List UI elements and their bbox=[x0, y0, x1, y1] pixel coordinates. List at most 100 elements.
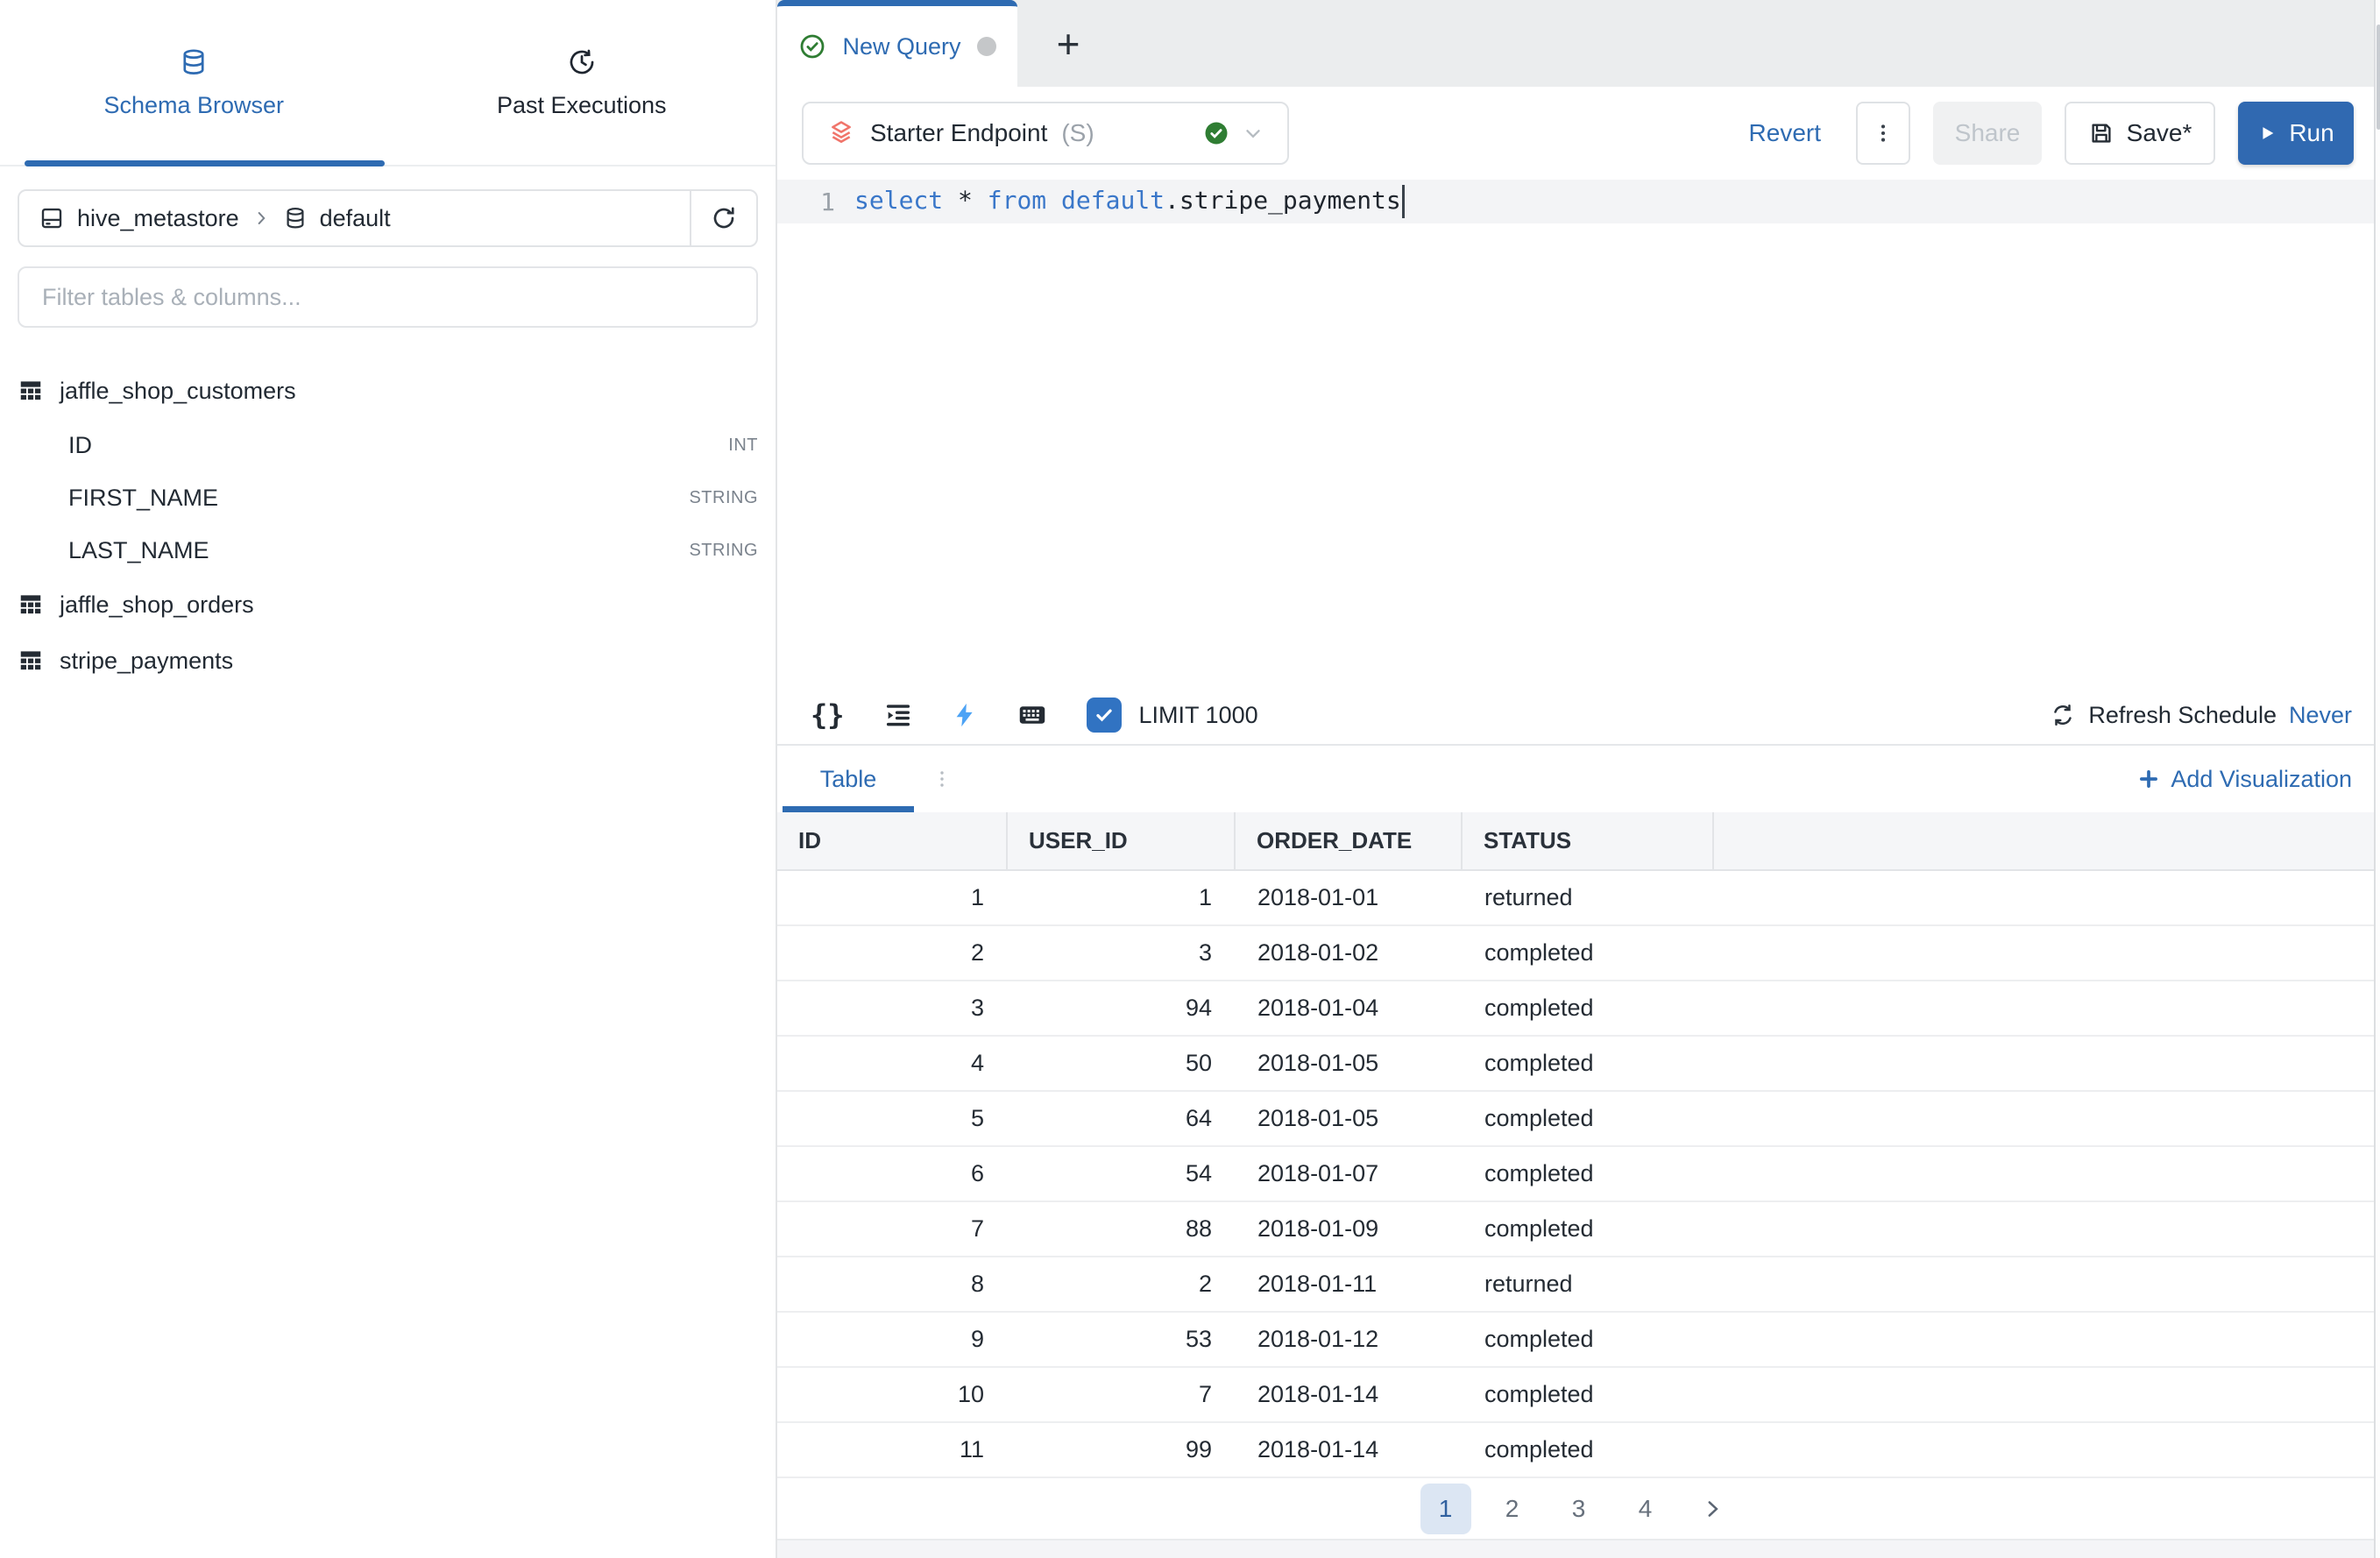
autocomplete-lightning-icon[interactable] bbox=[952, 702, 978, 728]
tree-table-jaffle_shop_orders[interactable]: jaffle_shop_orders bbox=[18, 577, 758, 633]
refresh-schedule: Refresh Schedule Never bbox=[2050, 702, 2352, 729]
tab-table-visualization[interactable]: Table bbox=[777, 746, 919, 812]
page-scrollbar[interactable] bbox=[2374, 0, 2380, 1558]
table-cell: 2018-01-04 bbox=[1235, 981, 1462, 1036]
run-button-label: Run bbox=[2289, 119, 2334, 147]
page-scrollbar-thumb[interactable] bbox=[2376, 25, 2380, 130]
column-name: ID bbox=[68, 432, 92, 459]
tree-table-stripe_payments[interactable]: stripe_payments bbox=[18, 633, 758, 689]
table-cell: 8 bbox=[777, 1257, 1007, 1312]
page-button-3[interactable]: 3 bbox=[1554, 1484, 1604, 1534]
sidebar-tabs: Schema Browser Past Executions bbox=[0, 0, 776, 166]
revert-link[interactable]: Revert bbox=[1749, 119, 1821, 147]
column-type: INT bbox=[728, 436, 758, 456]
snippets-braces-icon[interactable]: {} bbox=[811, 698, 845, 732]
table-name: stripe_payments bbox=[60, 648, 233, 675]
results-table: IDUSER_IDORDER_DATESTATUS 112018-01-01re… bbox=[777, 812, 2380, 1478]
column-header-ORDER_DATE: ORDER_DATE bbox=[1235, 812, 1462, 870]
table-name: jaffle_shop_orders bbox=[60, 591, 254, 619]
save-button[interactable]: Save* bbox=[2065, 102, 2215, 165]
limit-label: LIMIT 1000 bbox=[1139, 702, 1258, 729]
table-icon bbox=[18, 378, 44, 404]
table-cell: 2 bbox=[1007, 1257, 1235, 1312]
table-cell: 2018-01-07 bbox=[1235, 1146, 1462, 1201]
table-cell: completed bbox=[1462, 1367, 1713, 1422]
table-row: 112018-01-01returned bbox=[777, 870, 2380, 925]
sql-editor[interactable]: 1 select * from default.stripe_payments bbox=[777, 180, 2380, 686]
tab-new-query[interactable]: New Query bbox=[777, 0, 1017, 87]
tree-column-FIRST_NAME[interactable]: FIRST_NAMESTRING bbox=[18, 471, 758, 524]
schema-filter-input[interactable] bbox=[18, 266, 758, 328]
table-cell: completed bbox=[1462, 1201, 1713, 1257]
table-row: 3942018-01-04completed bbox=[777, 981, 2380, 1036]
refresh-icon bbox=[710, 204, 738, 232]
tree-column-LAST_NAME[interactable]: LAST_NAME STRING bbox=[18, 524, 758, 577]
play-icon bbox=[2257, 124, 2277, 143]
table-cell: 9 bbox=[777, 1312, 1007, 1367]
refresh-schedule-value[interactable]: Never bbox=[2289, 702, 2352, 729]
page-button-2[interactable]: 2 bbox=[1487, 1484, 1538, 1534]
history-icon bbox=[567, 46, 597, 78]
page-button-4[interactable]: 4 bbox=[1620, 1484, 1671, 1534]
kebab-icon bbox=[1872, 122, 1895, 145]
column-type: STRING bbox=[689, 541, 758, 561]
next-page-button[interactable] bbox=[1687, 1484, 1738, 1534]
keyboard-shortcuts-icon[interactable] bbox=[1016, 699, 1048, 731]
table-cell: 2018-01-11 bbox=[1235, 1257, 1462, 1312]
query-tab-bar: New Query + bbox=[777, 0, 2380, 87]
active-tab-underline bbox=[25, 160, 385, 166]
line-number: 1 bbox=[777, 188, 835, 216]
table-cell: 7 bbox=[1007, 1367, 1235, 1422]
breadcrumb: hive_metastore default bbox=[18, 189, 758, 247]
chevron-right-icon bbox=[251, 209, 271, 228]
visualization-header: Table Add Visualization bbox=[777, 744, 2380, 812]
query-tab-label: New Query bbox=[842, 33, 960, 60]
column-name: FIRST_NAME bbox=[68, 485, 218, 512]
tab-schema-browser[interactable]: Schema Browser bbox=[0, 0, 388, 165]
column-name: LAST_NAME bbox=[68, 537, 209, 564]
refresh-schedule-icon bbox=[2050, 702, 2076, 728]
more-actions-button[interactable] bbox=[1856, 102, 1910, 165]
breadcrumb-selector[interactable]: hive_metastore default bbox=[19, 205, 690, 232]
endpoint-selector[interactable]: Starter Endpoint (S) bbox=[802, 102, 1289, 165]
page-button-1[interactable]: 1 bbox=[1420, 1484, 1471, 1534]
code-content: select * from default.stripe_payments bbox=[835, 185, 1405, 218]
chevron-right-icon bbox=[1701, 1498, 1724, 1520]
table-cell: 1 bbox=[1007, 870, 1235, 925]
add-visualization-button[interactable]: Add Visualization bbox=[2137, 766, 2352, 793]
schema-icon bbox=[283, 206, 308, 230]
tab-past-executions[interactable]: Past Executions bbox=[388, 0, 776, 165]
code-line: 1 select * from default.stripe_payments bbox=[777, 180, 2380, 223]
schema-refresh-button[interactable] bbox=[690, 191, 756, 245]
share-button: Share bbox=[1933, 102, 2042, 165]
add-visualization-label: Add Visualization bbox=[2171, 766, 2352, 793]
limit-checkbox[interactable] bbox=[1087, 698, 1122, 733]
table-cell: completed bbox=[1462, 1091, 1713, 1146]
run-button[interactable]: Run bbox=[2238, 102, 2354, 165]
table-cell: 54 bbox=[1007, 1146, 1235, 1201]
table-cell: returned bbox=[1462, 870, 1713, 925]
endpoint-name: Starter Endpoint bbox=[870, 119, 1047, 147]
chevron-down-icon bbox=[1242, 122, 1264, 145]
results-scroll-track[interactable] bbox=[777, 1539, 2380, 1558]
refresh-schedule-label: Refresh Schedule bbox=[2088, 702, 2277, 729]
new-tab-button[interactable]: + bbox=[1017, 0, 1119, 87]
breadcrumb-schema: default bbox=[320, 205, 391, 232]
app-window: Schema Browser Past Executions bbox=[0, 0, 2380, 1558]
unsaved-dot bbox=[977, 37, 996, 56]
schema-tree: jaffle_shop_customersIDINTFIRST_NAMESTRI… bbox=[18, 363, 758, 689]
table-cell: 2018-01-05 bbox=[1235, 1091, 1462, 1146]
tree-column-ID[interactable]: ID INT bbox=[18, 419, 758, 471]
table-cell: 2018-01-09 bbox=[1235, 1201, 1462, 1257]
table-cell: returned bbox=[1462, 1257, 1713, 1312]
table-tab-label: Table bbox=[820, 766, 877, 793]
table-kebab-icon[interactable] bbox=[931, 768, 953, 790]
limit-toggle[interactable]: LIMIT 1000 bbox=[1087, 698, 1258, 733]
table-cell: 11 bbox=[777, 1422, 1007, 1477]
sidebar-tab-label: Schema Browser bbox=[103, 92, 284, 119]
schema-browser-panel: hive_metastore default bbox=[0, 166, 776, 1558]
table-cell: 99 bbox=[1007, 1422, 1235, 1477]
format-query-icon[interactable] bbox=[883, 700, 913, 730]
check-circle-icon bbox=[798, 32, 826, 60]
tree-table-jaffle_shop_customers[interactable]: jaffle_shop_customers bbox=[18, 363, 758, 419]
